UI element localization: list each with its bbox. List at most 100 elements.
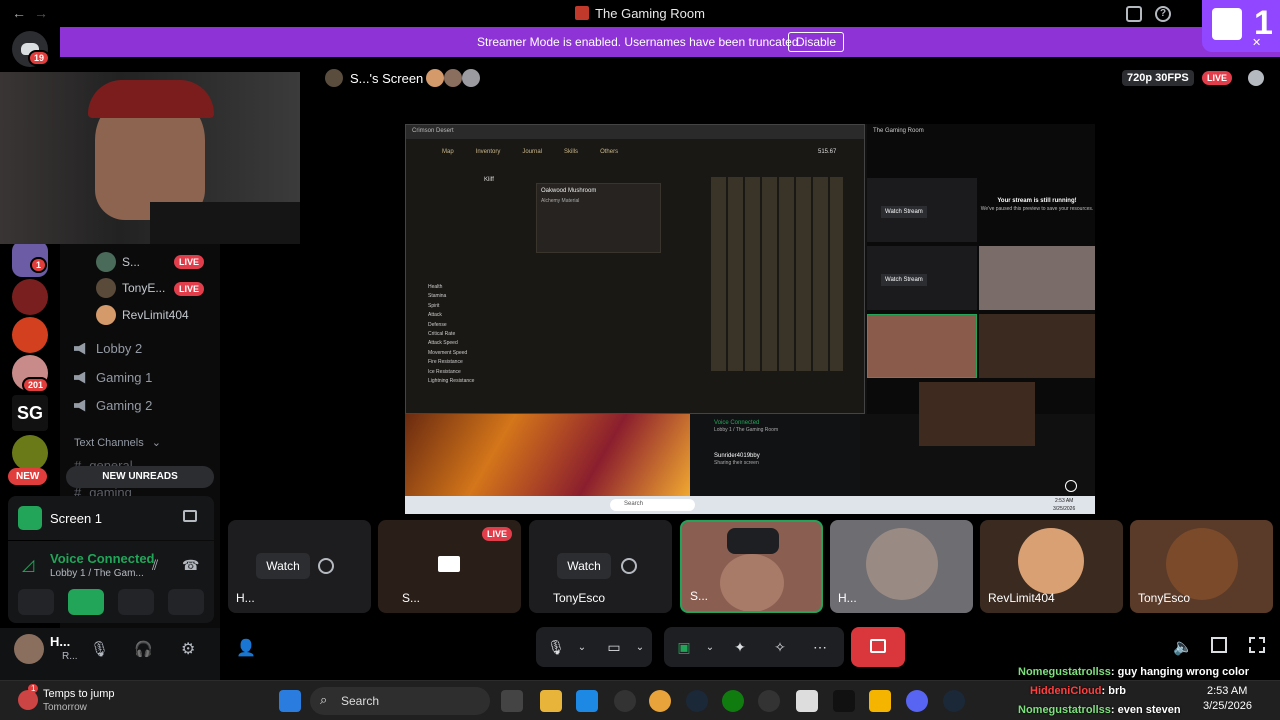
windows-start-icon[interactable] bbox=[279, 690, 301, 712]
invite-user-icon[interactable]: 👤 bbox=[236, 638, 256, 658]
game-tab: Others bbox=[600, 149, 619, 155]
currency: 515.67 bbox=[818, 149, 837, 155]
chevron-down-icon[interactable]: ⌄ bbox=[694, 627, 726, 667]
chat-message: Nomegustatrollss: guy hanging wrong colo… bbox=[1018, 666, 1250, 678]
end-call-icon bbox=[870, 639, 886, 653]
leave-call-button[interactable] bbox=[851, 627, 905, 667]
camera-off-button[interactable] bbox=[18, 589, 54, 615]
inner-tile: Watch Stream bbox=[867, 246, 977, 310]
clock-date[interactable]: 3/25/2026 bbox=[1203, 700, 1252, 712]
epic-games-icon[interactable] bbox=[833, 690, 855, 712]
discord-icon[interactable] bbox=[906, 690, 928, 712]
new-indicator[interactable]: NEW bbox=[8, 468, 48, 485]
headphones-icon[interactable]: 🎧 bbox=[134, 640, 153, 658]
voice-member[interactable]: RevLimit404 bbox=[96, 305, 189, 325]
quality-badge: 720p 30FPS bbox=[1122, 70, 1194, 86]
popout-icon[interactable] bbox=[318, 558, 334, 574]
settings-gear-icon[interactable]: ⚙ bbox=[181, 639, 195, 659]
server-icon-red[interactable] bbox=[12, 279, 48, 315]
volume-icon[interactable]: 🔈 bbox=[1173, 637, 1193, 657]
inner-discord: The Gaming Room Watch Stream Your stream… bbox=[867, 124, 1095, 446]
chevron-down-icon[interactable]: ⌄ bbox=[566, 627, 598, 667]
shared-screen[interactable]: Crimson Desert Map Inventory Journal Ski… bbox=[405, 124, 1095, 514]
item-name: Oakwood Mushroom bbox=[541, 188, 597, 194]
participant-tile[interactable]: H... bbox=[830, 520, 973, 613]
chevron-down-icon[interactable]: ⌄ bbox=[624, 627, 656, 667]
activities-icon[interactable]: ✦ bbox=[724, 627, 756, 667]
watch-button[interactable]: Watch bbox=[256, 553, 310, 579]
voice-connection-panel: ◿ Voice Connected Lobby 1 / The Gam... ⫽… bbox=[8, 541, 214, 623]
new-unreads-pill[interactable]: NEW UNREADS bbox=[66, 466, 214, 488]
task-view-icon[interactable] bbox=[501, 690, 523, 712]
watch-button[interactable]: Watch bbox=[557, 553, 611, 579]
tile-menu[interactable] bbox=[727, 528, 779, 554]
close-icon[interactable]: ✕ bbox=[1252, 36, 1261, 49]
noise-suppression-icon[interactable]: ⫽ bbox=[152, 557, 158, 574]
item-type: Alchemy Material bbox=[541, 198, 580, 204]
weather-icon[interactable] bbox=[18, 690, 38, 710]
server-icon-avatar[interactable] bbox=[12, 317, 48, 353]
inner-tile bbox=[979, 246, 1095, 310]
user-avatar[interactable] bbox=[14, 634, 44, 664]
help-icon[interactable]: ? bbox=[1155, 6, 1171, 22]
stop-share-icon[interactable] bbox=[183, 510, 197, 522]
screen-share-button[interactable] bbox=[68, 589, 104, 615]
inner-tile bbox=[979, 314, 1095, 378]
signal-icon[interactable]: ◿ bbox=[22, 555, 34, 575]
avatar bbox=[444, 69, 462, 87]
file-explorer-icon[interactable] bbox=[540, 690, 562, 712]
tile-label: TonyEsco bbox=[1138, 591, 1191, 605]
store-icon[interactable] bbox=[576, 690, 598, 712]
participant-tile[interactable]: RevLimit404 bbox=[980, 520, 1123, 613]
voice-member[interactable]: S... bbox=[96, 252, 140, 272]
participant-tile[interactable]: LIVE S... bbox=[378, 520, 521, 613]
clock-time[interactable]: 2:53 AM bbox=[1207, 685, 1247, 697]
rockstar-icon[interactable] bbox=[869, 690, 891, 712]
hoodie bbox=[150, 202, 300, 244]
voice-member[interactable]: TonyE... bbox=[96, 278, 165, 298]
participant-tile[interactable]: S... bbox=[680, 520, 823, 613]
voice-channel-gaming-2[interactable]: Gaming 2 bbox=[74, 398, 152, 413]
fullscreen-icon[interactable] bbox=[1249, 637, 1265, 653]
twitch-overlay: 1 ✕ bbox=[1202, 0, 1280, 52]
inbox-icon[interactable] bbox=[1126, 6, 1142, 22]
taskbar-search[interactable]: ⌕ Search bbox=[310, 687, 490, 715]
screen-icon bbox=[438, 556, 460, 572]
app-icon[interactable] bbox=[614, 690, 636, 712]
participant-tile[interactable]: Watch TonyEsco bbox=[529, 520, 672, 613]
voice-channel-lobby-2[interactable]: Lobby 2 bbox=[74, 341, 142, 356]
voice-channel-gaming-1[interactable]: Gaming 1 bbox=[74, 370, 152, 385]
server-icon-yellow[interactable] bbox=[12, 435, 48, 471]
weather-sub: Tomorrow bbox=[43, 702, 87, 713]
microphone-icon[interactable]: 🎙 bbox=[90, 640, 109, 658]
xbox-icon[interactable] bbox=[722, 690, 744, 712]
disconnect-icon[interactable]: ☎ bbox=[182, 557, 199, 574]
steam-icon[interactable] bbox=[686, 690, 708, 712]
text-channels-header[interactable]: Text Channels ⌄ bbox=[74, 436, 161, 450]
zoom-icon[interactable] bbox=[1065, 480, 1077, 492]
chrome-icon[interactable] bbox=[649, 690, 671, 712]
participant-tile[interactable]: Watch H... bbox=[228, 520, 371, 613]
soundboard-button[interactable] bbox=[168, 589, 204, 615]
participant-tile[interactable]: TonyEsco bbox=[1130, 520, 1273, 613]
chat-bubble-icon[interactable] bbox=[1248, 70, 1264, 86]
steam-icon[interactable] bbox=[943, 690, 965, 712]
popout-icon[interactable] bbox=[621, 558, 637, 574]
popout-window-icon[interactable] bbox=[1211, 637, 1227, 653]
disable-streamer-mode-button[interactable]: Disable bbox=[788, 32, 844, 52]
server-icon-sg[interactable]: SG bbox=[12, 395, 48, 431]
activities-button[interactable] bbox=[118, 589, 154, 615]
voice-location[interactable]: Lobby 1 / The Gam... bbox=[50, 568, 144, 579]
more-options-icon[interactable]: ⋯ bbox=[804, 627, 836, 667]
soundboard-icon[interactable]: ✧ bbox=[764, 627, 796, 667]
inner-tile bbox=[867, 314, 977, 378]
tile-label: RevLimit404 bbox=[988, 591, 1055, 605]
obs-icon[interactable] bbox=[758, 690, 780, 712]
voice-status[interactable]: Voice Connected bbox=[50, 551, 155, 566]
server-logo-icon bbox=[575, 6, 590, 20]
avatar bbox=[96, 305, 116, 325]
weather-title[interactable]: Temps to jump bbox=[43, 688, 115, 700]
avatar bbox=[720, 554, 784, 611]
avatar bbox=[1018, 528, 1084, 594]
app-icon[interactable] bbox=[796, 690, 818, 712]
